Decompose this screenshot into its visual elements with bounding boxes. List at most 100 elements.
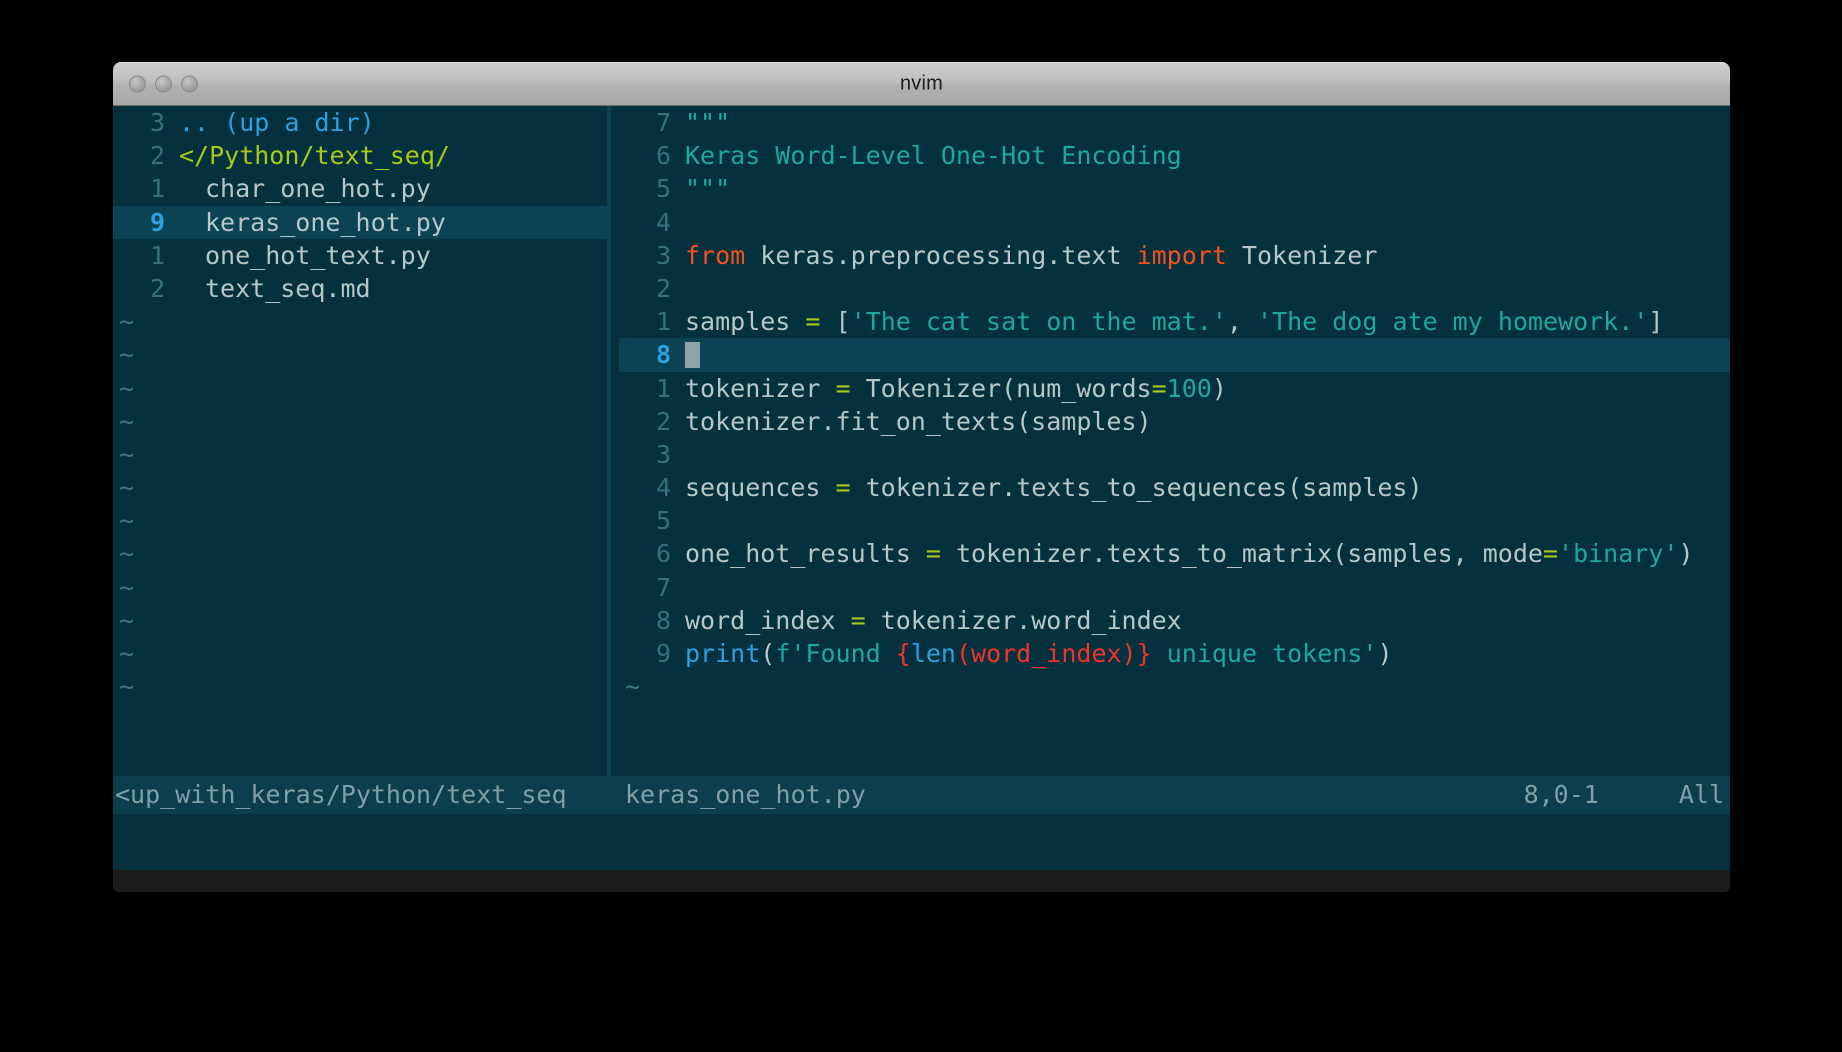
code-token: ) [1121,639,1137,668]
file-tree-item[interactable]: 1 one_hot_text.py [113,239,607,272]
code-line[interactable]: 3 [619,438,1730,471]
status-editor: keras_one_hot.py 8,0-1 All [619,776,1730,814]
code-line-number: 6 [655,141,671,171]
file-tree-pane[interactable]: 3 .. (up a dir) 2 </Python/text_seq/1 char_… [113,106,607,776]
code-token: = [805,307,821,337]
code-token: word_index [971,639,1122,668]
status-gap [607,776,619,814]
code-token: tokenizer.fit_on_texts(samples) [685,406,1152,436]
code-token: one_hot_results [685,539,926,569]
code-line-number: 1 [655,373,671,403]
file-tree-item-label: char_one_hot.py [205,174,431,204]
file-tree-item-count: 2 [149,273,165,303]
code-line[interactable]: 2 tokenizer.fit_on_texts(samples) [619,405,1730,438]
code-token: = [835,373,851,403]
code-line[interactable]: 4 sequences = tokenizer.texts_to_sequence… [619,471,1730,504]
code-line-number: 2 [655,406,671,436]
code-line-number: 4 [655,473,671,503]
file-tree-empty-row: ~ [113,670,607,703]
code-token: Tokenizer [1226,240,1378,270]
empty-line-marker: ~ [119,340,135,370]
file-tree-item-count: 1 [149,240,165,270]
file-tree-item-label: text_seq.md [205,273,371,303]
code-line-number: 8 [655,605,671,635]
empty-line-marker: ~ [119,473,135,503]
code-line-number: 3 [655,240,671,270]
code-line[interactable]: 7 """ [619,106,1730,139]
code-line[interactable]: 3 from keras.preprocessing.text import To… [619,239,1730,272]
code-token: word_index [685,605,851,635]
code-token: tokenizer [685,373,836,403]
file-tree-indent [179,172,205,205]
file-tree-item-count: 9 [149,207,165,237]
file-tree-item[interactable]: 9 keras_one_hot.py [113,205,607,239]
code-line-number: 5 [655,174,671,204]
file-tree-empty-row: ~ [113,372,607,405]
empty-line-marker: ~ [119,439,135,469]
code-editor-pane[interactable]: 7 """ 6 Keras Word-Level One-Hot Encoding 5 "… [619,106,1730,776]
file-tree-item-count: 1 [149,174,165,204]
code-line[interactable]: 5 """ [619,172,1730,205]
status-file-name: keras_one_hot.py [625,780,866,809]
code-token: ) [1377,639,1393,668]
file-tree-item-label: </Python/text_seq/ [179,141,450,171]
code-line-number: 7 [655,572,671,602]
code-line[interactable]: 1 samples = ['The cat sat on the mat.', '… [619,305,1730,338]
code-token: tokenizer.texts_to_matrix(samples, mode [940,539,1543,569]
code-token: f'Found [775,639,896,668]
code-line[interactable]: 2 [619,272,1730,305]
code-token: unique tokens' [1151,639,1378,668]
code-token: { [895,639,911,668]
file-tree-item[interactable]: 3 .. (up a dir) [113,106,607,139]
code-line-number: 9 [655,639,671,668]
code-token: sequences [685,473,836,503]
code-token: [ [820,307,851,337]
code-token: = [850,605,866,635]
code-line[interactable]: 1 tokenizer = Tokenizer(num_words=100) [619,372,1730,405]
file-tree-item[interactable]: 1 char_one_hot.py [113,172,607,205]
file-tree-empty-row: ~ [113,438,607,471]
code-token: print [685,639,761,668]
screen-root: nvim 3 .. (up a dir) 2 </Python/text_seq/1 … [0,0,1842,1052]
code-line-number: 8 [655,340,671,370]
empty-line-marker: ~ [119,672,135,702]
code-token: from [685,240,746,270]
code-line[interactable]: 7 [619,571,1730,604]
empty-line-marker: ~ [119,506,135,536]
file-tree-empty-row: ~ [113,537,607,570]
code-line[interactable]: 8 word_index = tokenizer.word_index [619,604,1730,637]
code-token: tokenizer.word_index [865,605,1182,635]
code-line[interactable]: 6 one_hot_results = tokenizer.texts_to_ma… [619,537,1730,570]
code-token: = [835,473,851,503]
file-tree-indent [179,239,205,272]
code-line[interactable]: 9 print(f'Found {len(word_index)} unique … [619,637,1730,670]
empty-line-marker: ~ [119,373,135,403]
window-bottom-pad [113,870,1730,892]
code-line-number: 5 [655,506,671,536]
empty-line-marker: ~ [119,639,135,668]
code-line[interactable]: 5 [619,504,1730,537]
file-tree-empty-row: ~ [113,571,607,604]
code-line-number: 6 [655,539,671,569]
nvim-window: nvim 3 .. (up a dir) 2 </Python/text_seq/1 … [113,62,1730,892]
code-token: len [910,639,956,668]
code-line[interactable]: 6 Keras Word-Level One-Hot Encoding [619,139,1730,172]
file-tree-item-label: one_hot_text.py [205,240,431,270]
file-tree-item[interactable]: 2 text_seq.md [113,272,607,305]
code-token: 100 [1166,373,1212,403]
file-tree-indent [179,206,205,239]
code-token: keras.preprocessing.text [745,240,1137,270]
code-line[interactable]: 4 [619,206,1730,239]
code-token: } [1136,639,1152,668]
code-line-current[interactable]: 8 [619,338,1730,372]
file-tree-empty-row: ~ [113,504,607,537]
code-token: = [925,539,941,569]
window-titlebar[interactable]: nvim [113,62,1730,106]
code-token: ) [1211,373,1227,403]
file-tree-item[interactable]: 2 </Python/text_seq/ [113,139,607,172]
code-token: tokenizer.texts_to_sequences(samples) [850,473,1423,503]
window-title: nvim [899,72,944,95]
empty-line-marker: ~ [119,307,135,337]
status-scroll-indicator: All [1678,780,1724,809]
editor-panes: 3 .. (up a dir) 2 </Python/text_seq/1 char_… [113,106,1730,776]
